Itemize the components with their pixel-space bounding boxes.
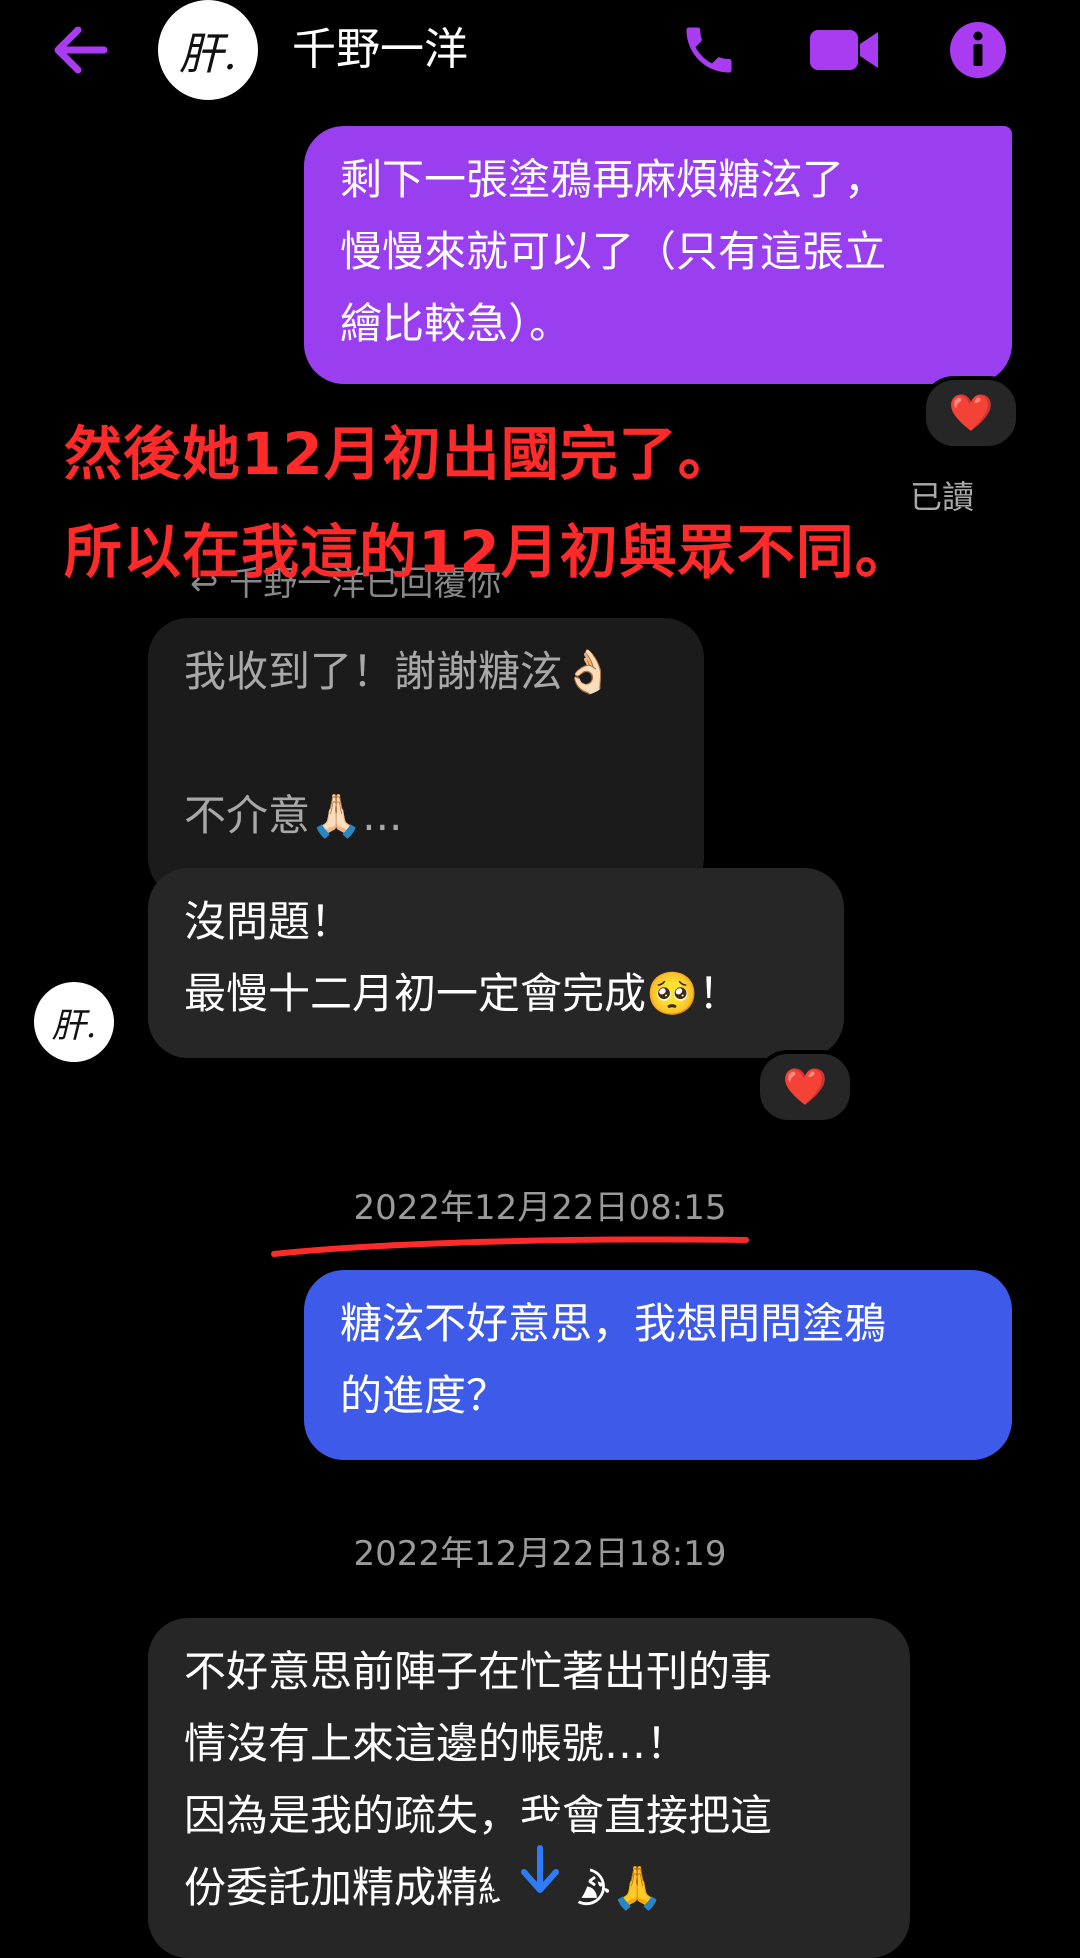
timestamp: 2022年12月22日08:15 bbox=[353, 1188, 727, 1228]
heart-reaction[interactable]: ❤️ bbox=[756, 1050, 854, 1124]
sender-avatar[interactable]: 肝. bbox=[34, 982, 114, 1062]
incoming-message-bubble[interactable]: 沒問題！ 最慢十二月初一定會完成🥺！ bbox=[148, 868, 844, 1058]
phone-icon[interactable] bbox=[678, 20, 740, 80]
annotation-line-1: 然後她12月初出國完了。 bbox=[64, 420, 737, 488]
outgoing-message-bubble[interactable]: 剩下一張塗鴉再麻煩糖泫了， 慢慢來就可以了（只有這張立 繪比較急）。 bbox=[304, 126, 1012, 384]
arrow-down-icon bbox=[521, 1845, 559, 1893]
avatar-text: 肝. bbox=[179, 29, 237, 80]
annotation-line-2: 所以在我這的12月初與眾不同。 bbox=[64, 518, 914, 586]
scroll-to-bottom-button[interactable] bbox=[490, 1820, 590, 1920]
heart-icon: ❤️ bbox=[948, 393, 994, 434]
quoted-message-bubble[interactable]: 我收到了！謝謝糖泫👌🏻 不介意🙏🏻... bbox=[148, 618, 704, 898]
heart-reaction[interactable]: ❤️ bbox=[922, 376, 1020, 450]
red-underline-mark bbox=[271, 1236, 749, 1257]
contact-avatar[interactable]: 肝. bbox=[158, 0, 258, 100]
avatar-text: 肝. bbox=[51, 1005, 97, 1046]
read-status: 已讀 bbox=[910, 478, 975, 516]
timestamp: 2022年12月22日18:19 bbox=[353, 1534, 727, 1574]
outgoing-message-bubble[interactable]: 糖泫不好意思，我想問問塗鴉 的進度？ bbox=[304, 1270, 1012, 1460]
heart-icon: ❤️ bbox=[782, 1067, 828, 1108]
contact-name[interactable]: 千野一洋 bbox=[292, 20, 468, 80]
video-camera-icon[interactable] bbox=[808, 26, 880, 74]
back-arrow-icon[interactable] bbox=[48, 22, 110, 78]
info-icon[interactable] bbox=[948, 20, 1008, 80]
